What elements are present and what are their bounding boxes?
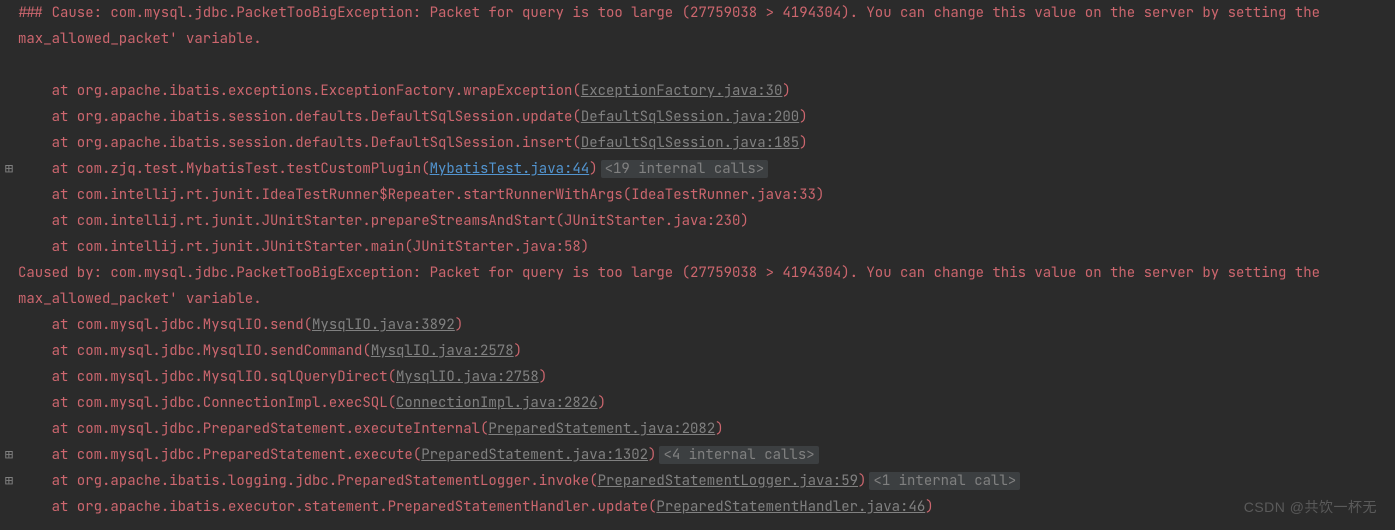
internal-calls-tag[interactable]: <19 internal calls>: [601, 160, 769, 178]
paren: ): [782, 82, 790, 100]
stacktrace-line-content: at org.apache.ibatis.executor.statement.…: [18, 494, 1395, 520]
stacktrace-line-content: at org.apache.ibatis.logging.jdbc.Prepar…: [18, 468, 1395, 494]
source-link[interactable]: DefaultSqlSession.java:185: [581, 134, 799, 152]
paren: ): [799, 134, 807, 152]
stacktrace-line-content: [18, 52, 1395, 78]
internal-calls-tag[interactable]: <4 internal calls>: [659, 446, 818, 464]
stacktrace-line: at org.apache.ibatis.session.defaults.De…: [0, 104, 1395, 130]
stacktrace-line: at org.apache.ibatis.executor.statement.…: [0, 494, 1395, 520]
stacktrace-line-content: at com.mysql.jdbc.MysqlIO.send(MysqlIO.j…: [18, 312, 1395, 338]
stacktrace-line-content: at com.mysql.jdbc.PreparedStatement.exec…: [18, 442, 1395, 468]
internal-calls-tag[interactable]: <1 internal call>: [869, 472, 1020, 490]
stacktrace-line-content: at com.intellij.rt.junit.JUnitStarter.ma…: [18, 234, 1395, 260]
stacktrace-line: ⊞ at org.apache.ibatis.logging.jdbc.Prep…: [0, 468, 1395, 494]
source-link[interactable]: ConnectionImpl.java:2826: [396, 394, 598, 412]
stacktrace-line-content: at com.intellij.rt.junit.JUnitStarter.pr…: [18, 208, 1395, 234]
expand-fold-icon[interactable]: ⊞: [0, 468, 18, 494]
source-link[interactable]: MysqlIO.java:2578: [371, 342, 514, 360]
stacktrace-line: at com.mysql.jdbc.MysqlIO.sqlQueryDirect…: [0, 364, 1395, 390]
stacktrace-line: at com.mysql.jdbc.MysqlIO.send(MysqlIO.j…: [0, 312, 1395, 338]
stacktrace-line-content: at org.apache.ibatis.exceptions.Exceptio…: [18, 78, 1395, 104]
stacktrace-line: ### Cause: com.mysql.jdbc.PacketTooBigEx…: [0, 0, 1395, 52]
paren: ): [539, 368, 547, 386]
stack-frame-text: at com.intellij.rt.junit.IdeaTestRunner$…: [18, 186, 824, 204]
error-message: ### Cause: com.mysql.jdbc.PacketTooBigEx…: [18, 4, 1328, 48]
paren: ): [514, 342, 522, 360]
paren: ): [598, 394, 606, 412]
stacktrace-line: Caused by: com.mysql.jdbc.PacketTooBigEx…: [0, 260, 1395, 312]
stacktrace-line: at com.mysql.jdbc.MysqlIO.sendCommand(My…: [0, 338, 1395, 364]
stacktrace-line: at com.intellij.rt.junit.JUnitStarter.ma…: [0, 234, 1395, 260]
watermark: CSDN @共饮一杯无: [1244, 494, 1377, 520]
stack-frame-text: at org.apache.ibatis.session.defaults.De…: [18, 134, 581, 152]
paren: ): [455, 316, 463, 334]
stacktrace-line: at org.apache.ibatis.session.defaults.De…: [0, 130, 1395, 156]
stacktrace-line-content: at com.mysql.jdbc.MysqlIO.sendCommand(My…: [18, 338, 1395, 364]
text: [18, 56, 26, 74]
stack-frame-text: at org.apache.ibatis.session.defaults.De…: [18, 108, 581, 126]
stack-frame-text: at org.apache.ibatis.executor.statement.…: [18, 498, 656, 516]
stacktrace-line-content: at com.mysql.jdbc.ConnectionImpl.execSQL…: [18, 390, 1395, 416]
paren: ): [715, 420, 723, 438]
paren: ): [799, 108, 807, 126]
stacktrace-line-content: at com.zjq.test.MybatisTest.testCustomPl…: [18, 156, 1395, 182]
source-link[interactable]: MysqlIO.java:3892: [312, 316, 455, 334]
source-link[interactable]: ExceptionFactory.java:30: [581, 82, 783, 100]
source-link[interactable]: PreparedStatement.java:2082: [488, 420, 715, 438]
stacktrace-line: at com.intellij.rt.junit.JUnitStarter.pr…: [0, 208, 1395, 234]
stack-frame-text: at com.intellij.rt.junit.JUnitStarter.pr…: [18, 212, 749, 230]
stack-frame-text: at org.apache.ibatis.exceptions.Exceptio…: [18, 82, 581, 100]
stacktrace-line-content: at org.apache.ibatis.session.defaults.De…: [18, 130, 1395, 156]
stack-frame-text: at com.intellij.rt.junit.JUnitStarter.ma…: [18, 238, 589, 256]
stack-frame-text: at com.mysql.jdbc.MysqlIO.send(: [18, 316, 312, 334]
source-link[interactable]: DefaultSqlSession.java:200: [581, 108, 799, 126]
stacktrace-line: at com.mysql.jdbc.PreparedStatement.exec…: [0, 416, 1395, 442]
stacktrace-line-content: at com.mysql.jdbc.MysqlIO.sqlQueryDirect…: [18, 364, 1395, 390]
stacktrace-line-content: at com.mysql.jdbc.PreparedStatement.exec…: [18, 416, 1395, 442]
stacktrace-line: [0, 52, 1395, 78]
stack-frame-text: at com.mysql.jdbc.MysqlIO.sendCommand(: [18, 342, 371, 360]
stacktrace-line: ⊞ at com.zjq.test.MybatisTest.testCustom…: [0, 156, 1395, 182]
stack-frame-text: at org.apache.ibatis.logging.jdbc.Prepar…: [18, 472, 598, 490]
stacktrace-line: at com.intellij.rt.junit.IdeaTestRunner$…: [0, 182, 1395, 208]
source-link[interactable]: PreparedStatementHandler.java:46: [656, 498, 925, 516]
stack-frame-text: at com.mysql.jdbc.PreparedStatement.exec…: [18, 420, 488, 438]
stacktrace-line: at com.mysql.jdbc.ConnectionImpl.execSQL…: [0, 390, 1395, 416]
stacktrace-line: ⊞ at com.mysql.jdbc.PreparedStatement.ex…: [0, 442, 1395, 468]
caused-by-message: Caused by: com.mysql.jdbc.PacketTooBigEx…: [18, 264, 1328, 308]
stack-frame-text: at com.mysql.jdbc.ConnectionImpl.execSQL…: [18, 394, 396, 412]
paren: ): [925, 498, 933, 516]
paren: ): [858, 472, 866, 490]
stacktrace-line-content: at com.intellij.rt.junit.IdeaTestRunner$…: [18, 182, 1395, 208]
source-link[interactable]: MybatisTest.java:44: [430, 160, 590, 178]
source-link[interactable]: MysqlIO.java:2758: [396, 368, 539, 386]
paren: ): [648, 446, 656, 464]
stacktrace-line: at org.apache.ibatis.exceptions.Exceptio…: [0, 78, 1395, 104]
source-link[interactable]: PreparedStatement.java:1302: [421, 446, 648, 464]
stacktrace-line-content: at org.apache.ibatis.session.defaults.De…: [18, 104, 1395, 130]
paren: ): [589, 160, 597, 178]
stacktrace-line-content: Caused by: com.mysql.jdbc.PacketTooBigEx…: [18, 260, 1395, 312]
source-link[interactable]: PreparedStatementLogger.java:59: [598, 472, 858, 490]
stack-frame-text: at com.mysql.jdbc.MysqlIO.sqlQueryDirect…: [18, 368, 396, 386]
expand-fold-icon[interactable]: ⊞: [0, 442, 18, 468]
stack-frame-text: at com.zjq.test.MybatisTest.testCustomPl…: [18, 160, 430, 178]
expand-fold-icon[interactable]: ⊞: [0, 156, 18, 182]
console-output: ### Cause: com.mysql.jdbc.PacketTooBigEx…: [0, 0, 1395, 520]
stack-frame-text: at com.mysql.jdbc.PreparedStatement.exec…: [18, 446, 421, 464]
stacktrace-line-content: ### Cause: com.mysql.jdbc.PacketTooBigEx…: [18, 0, 1395, 52]
